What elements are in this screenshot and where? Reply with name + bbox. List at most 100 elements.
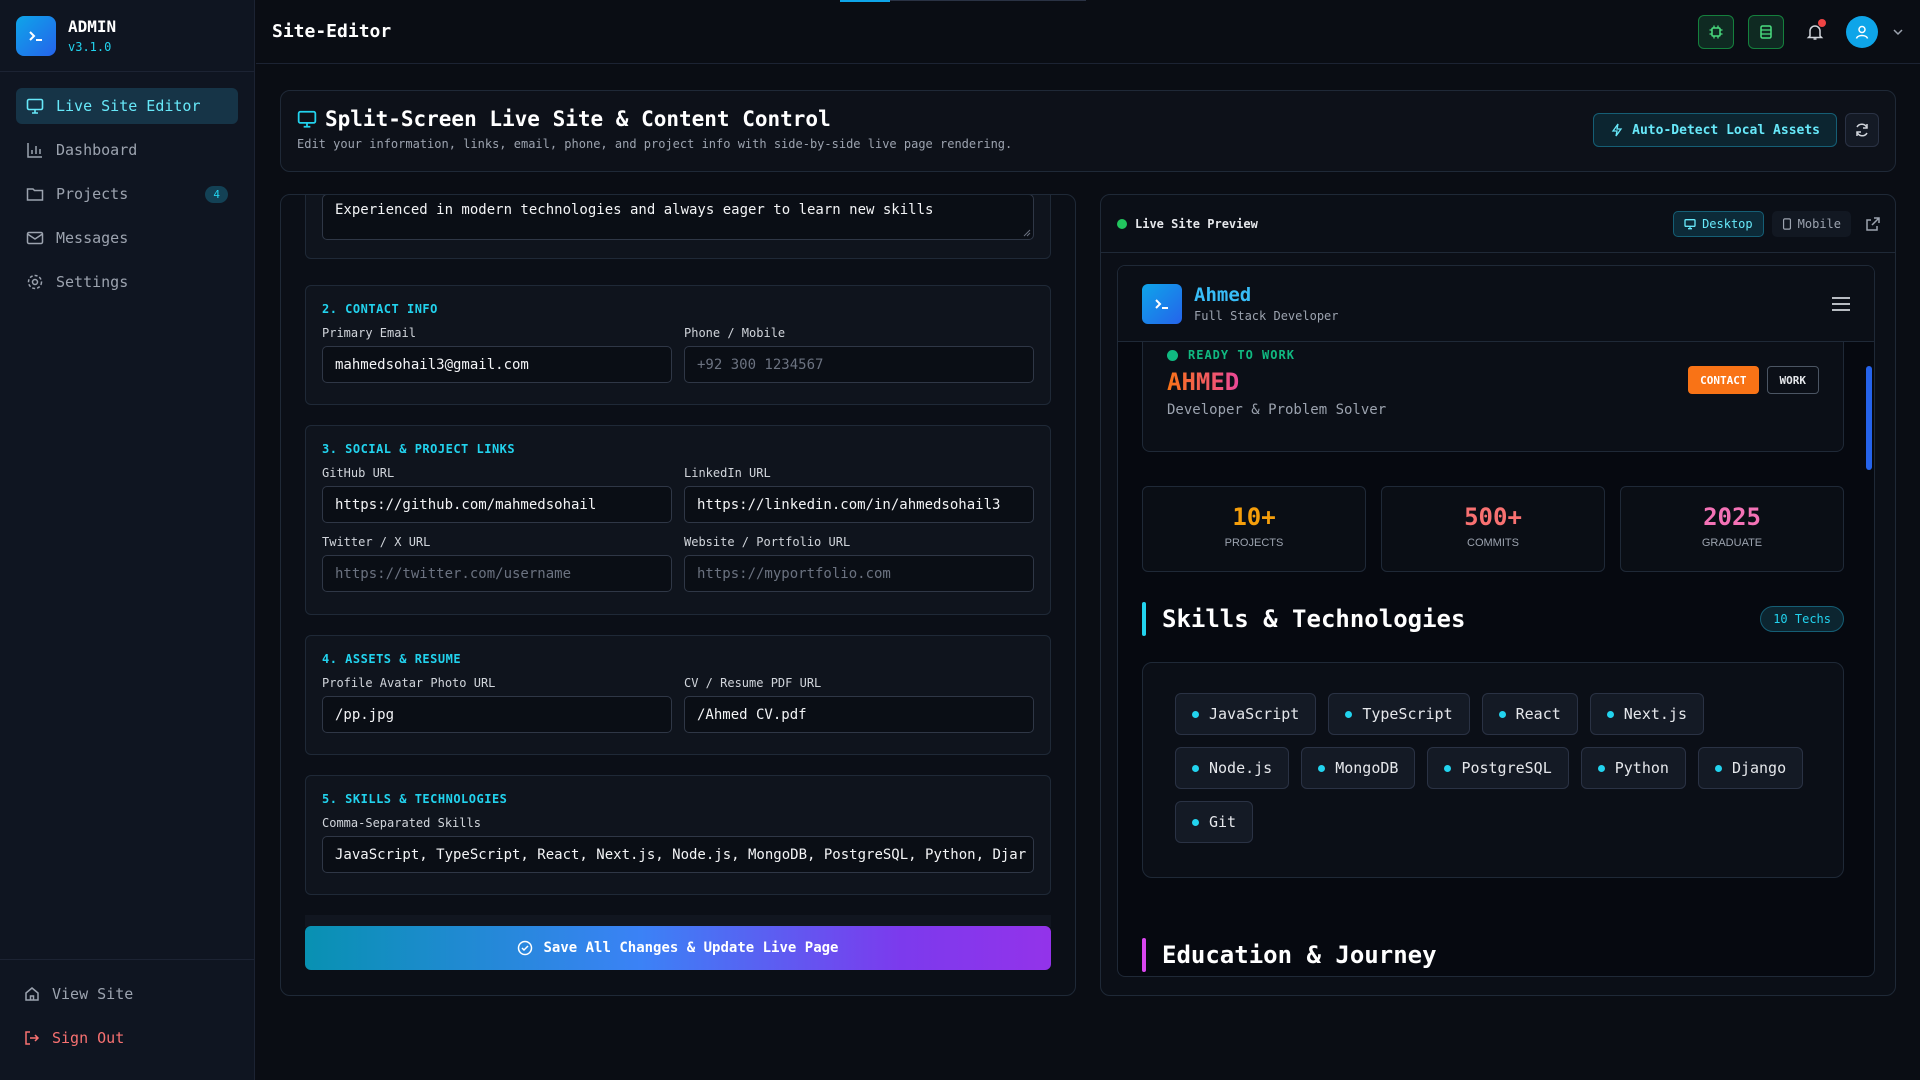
field-label: Twitter / X URL: [322, 535, 431, 549]
avatar-url-field[interactable]: /pp.jpg: [322, 696, 672, 733]
sidebar-item-projects[interactable]: Projects 4: [16, 176, 238, 212]
live-preview-panel: Live Site Preview Desktop Mobile Ahmed F…: [1100, 194, 1896, 996]
user-icon: [1855, 25, 1869, 39]
cpu-icon: [1709, 25, 1723, 38]
skill-label: React: [1515, 705, 1561, 723]
skill-label: Git: [1209, 813, 1237, 831]
skill-chip: JavaScript: [1175, 693, 1317, 735]
stat-card-commits: 500+ COMMITS: [1381, 486, 1605, 572]
hamburger-menu-icon[interactable]: [1830, 295, 1852, 313]
skill-label: Node.js: [1209, 759, 1273, 777]
tab-desktop[interactable]: Desktop: [1673, 210, 1764, 237]
sign-out-label: Sign Out: [52, 1029, 125, 1047]
field-label: Profile Avatar Photo URL: [322, 676, 496, 690]
terminal-icon: [1142, 283, 1182, 324]
skill-chip: Git: [1175, 801, 1254, 843]
sidebar-item-label: Dashboard: [56, 141, 138, 159]
preview-device-tabs: Desktop Mobile: [1673, 210, 1881, 237]
skill-chip: Next.js: [1589, 693, 1704, 735]
stat-card-graduate: 2025 GRADUATE: [1620, 486, 1844, 572]
chip-dot: [1714, 764, 1722, 772]
bar-chart-icon: [27, 143, 42, 158]
preview-scrollbar[interactable]: [1866, 366, 1872, 470]
tab-mobile[interactable]: Mobile: [1771, 210, 1851, 237]
section-title: 2. CONTACT INFO: [322, 302, 438, 316]
site-role: Full Stack Developer: [1194, 309, 1339, 323]
sidebar-item-label: Settings: [56, 273, 129, 291]
skill-label: TypeScript: [1362, 705, 1453, 723]
skills-section: 5. SKILLS & TECHNOLOGIES Comma-Separated…: [305, 775, 1051, 895]
database-status-button[interactable]: [1748, 14, 1784, 49]
sidebar-item-dashboard[interactable]: Dashboard: [16, 132, 238, 168]
resize-handle-icon[interactable]: [1023, 229, 1031, 237]
skill-label: Next.js: [1623, 705, 1687, 723]
editor-header-card: Split-Screen Live Site & Content Control…: [280, 90, 1896, 172]
chip-dot: [1345, 710, 1353, 718]
skill-chip: TypeScript: [1328, 693, 1470, 735]
hero-buttons: CONTACT WORK: [1688, 366, 1819, 394]
email-field[interactable]: mahmedsohail3@gmail.com: [322, 346, 672, 383]
app-root: ADMIN v3.1.0 Live Site Editor Dashboard …: [0, 0, 1920, 1080]
sidebar-item-messages[interactable]: Messages: [16, 220, 238, 256]
smartphone-icon: [1782, 217, 1791, 230]
auto-detect-label: Auto-Detect Local Assets: [1632, 122, 1820, 138]
stat-value: 500+: [1464, 503, 1522, 531]
skill-label: MongoDB: [1335, 759, 1399, 777]
save-label: Save All Changes & Update Live Page: [543, 940, 839, 956]
bio-textarea[interactable]: Experienced in modern technologies and a…: [322, 195, 1034, 240]
section-title: 5. SKILLS & TECHNOLOGIES: [322, 792, 508, 806]
notification-dot: [1818, 18, 1826, 27]
skill-chip: React: [1481, 693, 1578, 735]
sidebar-item-settings[interactable]: Settings: [16, 264, 238, 300]
site-navbar: Ahmed Full Stack Developer: [1118, 266, 1874, 342]
lightning-icon: [1611, 123, 1623, 137]
view-site-link[interactable]: View Site: [16, 976, 239, 1012]
avatar[interactable]: [1846, 15, 1878, 48]
field-label: Phone / Mobile: [684, 326, 786, 340]
twitter-url-field[interactable]: https://twitter.com/username: [322, 555, 672, 592]
social-links-section: 3. SOCIAL & PROJECT LINKS GitHub URL htt…: [305, 425, 1051, 615]
chip-dot: [1606, 710, 1614, 718]
cpu-status-button[interactable]: [1698, 14, 1734, 49]
auto-detect-assets-button[interactable]: Auto-Detect Local Assets: [1593, 113, 1837, 147]
skill-chip: MongoDB: [1301, 747, 1416, 789]
monitor-icon: [1684, 218, 1696, 229]
brand: ADMIN v3.1.0: [0, 0, 254, 72]
save-button[interactable]: Save All Changes & Update Live Page: [305, 926, 1051, 970]
github-url-field[interactable]: https://github.com/mahmedsohail: [322, 486, 672, 523]
refresh-icon: [1856, 123, 1868, 137]
refresh-button[interactable]: [1845, 113, 1879, 147]
sidebar-item-label: Live Site Editor: [56, 97, 201, 115]
skill-label: Python: [1614, 759, 1669, 777]
chip-dot: [1444, 764, 1452, 772]
site-name: Ahmed: [1194, 284, 1252, 306]
work-button[interactable]: WORK: [1766, 366, 1819, 394]
skill-chip: PostgreSQL: [1427, 747, 1569, 789]
skill-label: PostgreSQL: [1461, 759, 1552, 777]
sidebar-item-label: Messages: [56, 229, 129, 247]
sidebar-item-live-site-editor[interactable]: Live Site Editor: [16, 88, 238, 124]
notifications-button[interactable]: [1798, 15, 1832, 49]
stat-value: 2025: [1703, 503, 1761, 531]
phone-field[interactable]: +92 300 1234567: [684, 346, 1034, 383]
header-actions: Auto-Detect Local Assets: [1593, 113, 1879, 147]
topbar-actions: [1698, 14, 1904, 49]
contact-info-section: 2. CONTACT INFO Primary Email mahmedsoha…: [305, 285, 1051, 405]
sidebar-footer: View Site Sign Out: [0, 959, 255, 1080]
chip-dot: [1318, 764, 1326, 772]
status-badge: READY TO WORK: [1167, 348, 1819, 362]
chevron-down-icon[interactable]: [1892, 26, 1904, 38]
field-label: Comma-Separated Skills: [322, 816, 481, 830]
brand-version: v3.1.0: [68, 40, 112, 54]
skills-box: JavaScript TypeScript React Next.js Node…: [1142, 662, 1844, 878]
contact-button[interactable]: CONTACT: [1688, 366, 1759, 394]
field-label: CV / Resume PDF URL: [684, 676, 822, 690]
mail-icon: [26, 231, 44, 245]
sign-out-button[interactable]: Sign Out: [16, 1020, 239, 1056]
external-link-icon[interactable]: [1865, 216, 1881, 232]
status-text: READY TO WORK: [1188, 348, 1295, 362]
website-url-field[interactable]: https://myportfolio.com: [684, 555, 1034, 592]
cv-url-field[interactable]: /Ahmed CV.pdf: [684, 696, 1034, 733]
skills-field[interactable]: JavaScript, TypeScript, React, Next.js, …: [322, 836, 1034, 873]
linkedin-url-field[interactable]: https://linkedin.com/in/ahmedsohail3: [684, 486, 1034, 523]
